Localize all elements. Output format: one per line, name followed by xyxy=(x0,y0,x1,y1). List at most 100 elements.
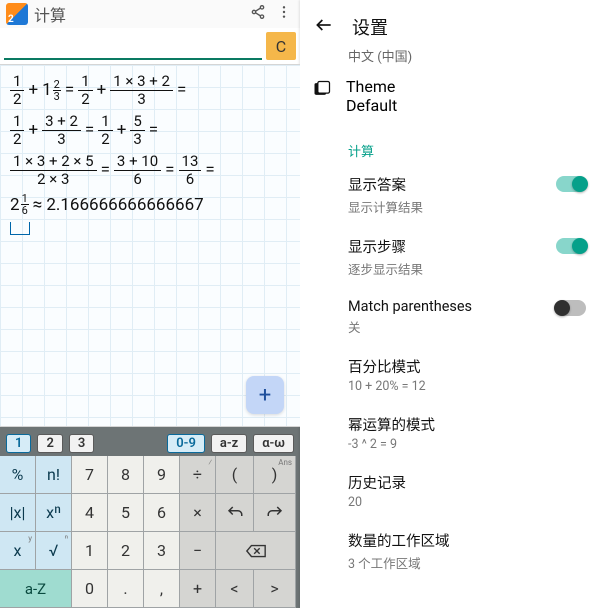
clear-button[interactable]: C xyxy=(266,32,296,60)
mode-tab[interactable]: 0-9 xyxy=(167,434,205,453)
share-icon[interactable] xyxy=(248,4,268,24)
key-.[interactable]: . xyxy=(108,570,144,608)
settings-item-subtitle: 显示计算结果 xyxy=(348,197,546,216)
toggle-switch[interactable] xyxy=(556,176,586,192)
settings-item-subtitle: 10 + 20% = 12 xyxy=(348,379,586,394)
settings-body[interactable]: 中文 (中国) Theme Default 计算 显示答案显示计算结果显示步骤逐… xyxy=(300,48,600,608)
key-√[interactable]: √ⁿ xyxy=(36,532,72,570)
math-step: 216≈2.166666666666667 xyxy=(10,193,290,216)
key-1[interactable]: 1 xyxy=(72,532,108,570)
settings-item-title: 显示答案 xyxy=(348,174,546,195)
settings-item-title: 数量的工作区域 xyxy=(348,530,586,551)
app-top-bar: 计算 xyxy=(0,0,300,28)
math-symbol: = xyxy=(65,80,74,100)
app-title: 计算 xyxy=(34,2,66,26)
key-6[interactable]: 6 xyxy=(144,494,180,532)
settings-item-title: 历史记录 xyxy=(348,472,586,493)
math-symbol: = xyxy=(177,80,186,100)
math-workspace[interactable]: 12+123=12+1 × 3 + 23=12+3 + 23=12+53=1 ×… xyxy=(0,64,300,427)
math-step: 12+123=12+1 × 3 + 23= xyxy=(10,73,290,107)
key-undo[interactable] xyxy=(216,494,254,532)
math-step: 1 × 3 + 2 × 52 × 3=3 + 106=136= xyxy=(10,153,290,187)
math-symbol: = xyxy=(205,160,214,180)
toggle-switch[interactable] xyxy=(556,300,586,316)
key-a-Z[interactable]: a-Z xyxy=(0,570,72,608)
key-+[interactable]: + xyxy=(180,570,216,608)
key-n![interactable]: n! xyxy=(36,456,72,494)
key-([interactable]: ( xyxy=(216,456,254,494)
math-symbol: + xyxy=(28,120,38,140)
key->[interactable]: > xyxy=(254,570,296,608)
fraction: 12 xyxy=(78,73,92,107)
key-0[interactable]: 0 xyxy=(72,570,108,608)
settings-item-subtitle: 20 xyxy=(348,495,586,510)
keyboard: 123 0-9a-zα-ω %n!789÷⁄()Ans|x|xⁿ456×xy√ⁿ… xyxy=(0,427,300,608)
settings-item[interactable]: 显示答案显示计算结果 xyxy=(300,164,600,226)
fraction: 12 xyxy=(10,113,24,147)
settings-item-subtitle: 3 个工作区域 xyxy=(348,553,586,572)
keypad-grid: %n!789÷⁄()Ans |x|xⁿ456× xy√ⁿ123− a-Z0.,+<> xyxy=(0,456,300,608)
settings-item[interactable]: 显示步骤逐步显示结果 xyxy=(300,226,600,288)
settings-item[interactable]: 历史记录 20 xyxy=(300,462,600,520)
settings-item-subtitle: 关 xyxy=(348,317,546,336)
settings-item[interactable]: Match parentheses 关 xyxy=(300,288,600,346)
math-symbol: ≈ xyxy=(33,195,43,215)
key-8[interactable]: 8 xyxy=(108,456,144,494)
mixed-number: 123 xyxy=(42,79,61,102)
page-tab-1[interactable]: 1 xyxy=(6,434,31,453)
key-3[interactable]: 3 xyxy=(144,532,180,570)
keyboard-tabs: 123 0-9 a-z α-ω xyxy=(0,431,300,456)
back-icon[interactable] xyxy=(314,15,334,40)
key-4[interactable]: 4 xyxy=(72,494,108,532)
mode-tab[interactable]: α-ω xyxy=(253,434,294,453)
key-backspace[interactable] xyxy=(216,532,296,570)
add-expression-button[interactable]: + xyxy=(246,376,284,414)
expression-input[interactable] xyxy=(4,32,262,60)
more-icon[interactable] xyxy=(274,4,294,24)
toggle-switch[interactable] xyxy=(556,238,586,254)
settings-item-subtitle: -3 ^ 2 = 9 xyxy=(348,437,586,452)
math-symbol: = xyxy=(149,120,158,140)
step-bracket xyxy=(10,222,30,235)
theme-title: Theme xyxy=(346,77,397,96)
key-xⁿ[interactable]: xⁿ xyxy=(36,494,72,532)
key-7[interactable]: 7 xyxy=(72,456,108,494)
math-symbol: 2.166666666666667 xyxy=(46,195,203,215)
page-tab-2[interactable]: 2 xyxy=(37,434,62,453)
settings-item[interactable]: 数量的工作区域 3 个工作区域 xyxy=(300,520,600,582)
settings-item-title: 幂运算的模式 xyxy=(348,414,586,435)
key-9[interactable]: 9 xyxy=(144,456,180,494)
key-|x|[interactable]: |x| xyxy=(0,494,36,532)
theme-icon xyxy=(312,79,332,99)
fraction: 3 + 106 xyxy=(114,153,161,187)
key-%[interactable]: % xyxy=(0,456,36,494)
key-÷[interactable]: ÷⁄ xyxy=(180,456,216,494)
settings-item[interactable]: 幂运算的模式 -3 ^ 2 = 9 xyxy=(300,404,600,462)
calculator-pane: 计算 C 12+123=12+1 × 3 + 23=12+3 + 23=12+5… xyxy=(0,0,300,608)
input-row: C xyxy=(0,28,300,64)
key-redo[interactable] xyxy=(254,494,296,532)
settings-item-title: 百分比模式 xyxy=(348,356,586,377)
settings-item-title: Match parentheses xyxy=(348,298,546,315)
settings-item-title: 显示步骤 xyxy=(348,236,546,257)
key-,[interactable]: , xyxy=(144,570,180,608)
key-x[interactable]: xy xyxy=(0,532,36,570)
fraction: 1 × 3 + 23 xyxy=(110,73,173,107)
fraction: 3 + 23 xyxy=(42,113,81,147)
page-tab-3[interactable]: 3 xyxy=(69,434,94,453)
settings-title: 设置 xyxy=(352,14,388,40)
theme-item[interactable]: Theme Default xyxy=(300,65,600,127)
key-)[interactable]: )Ans xyxy=(254,456,296,494)
key-×[interactable]: × xyxy=(180,494,216,532)
key-5[interactable]: 5 xyxy=(108,494,144,532)
key-<[interactable]: < xyxy=(216,570,254,608)
settings-item[interactable]: 百分比模式 10 + 20% = 12 xyxy=(300,346,600,404)
fraction: 1 × 3 + 2 × 52 × 3 xyxy=(10,153,97,187)
fraction: 136 xyxy=(179,153,202,187)
key-2[interactable]: 2 xyxy=(108,532,144,570)
mode-tab[interactable]: a-z xyxy=(211,434,247,453)
math-symbol: = xyxy=(85,120,94,140)
key-−[interactable]: − xyxy=(180,532,216,570)
theme-value: Default xyxy=(346,96,397,115)
math-symbol: = xyxy=(165,160,174,180)
